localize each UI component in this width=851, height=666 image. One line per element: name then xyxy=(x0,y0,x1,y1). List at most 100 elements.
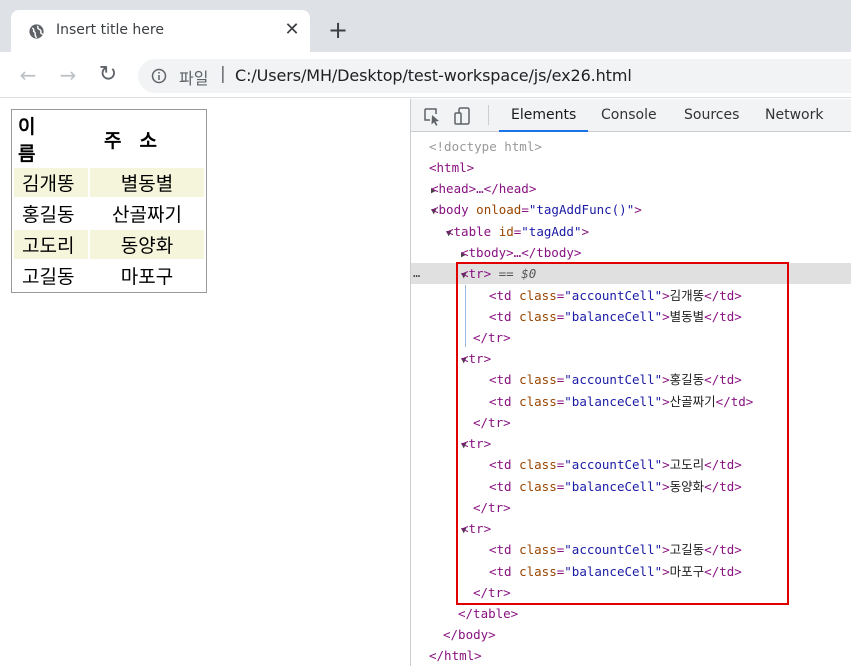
td-close-tag: </td> xyxy=(704,479,742,494)
dom-node-doctype[interactable]: <!doctype html> xyxy=(411,136,851,157)
dom-node-tr-close[interactable]: </tr> xyxy=(411,582,851,603)
more-actions-icon[interactable]: … xyxy=(413,263,420,284)
table-row: 홍길동 산골짜기 xyxy=(14,199,204,228)
tab-elements[interactable]: Elements xyxy=(499,99,589,132)
dom-node-html[interactable]: <html> xyxy=(411,157,851,178)
address-separator: | xyxy=(220,64,226,84)
tab-network[interactable]: Network xyxy=(765,99,823,132)
td-text: 동양화 xyxy=(669,479,705,494)
attr-value: "balanceCell" xyxy=(564,394,663,409)
attr-name: id xyxy=(498,224,514,239)
dom-node-head[interactable]: ▶<head>…</head> xyxy=(411,178,851,199)
dom-node-html-close[interactable]: </html> xyxy=(411,645,851,666)
expanded-triangle-icon[interactable]: ▼ xyxy=(411,351,466,369)
balance-cell: 동양화 xyxy=(90,230,204,259)
dom-node-td[interactable]: <td class="accountCell">김개똥</td> xyxy=(411,285,851,306)
td-close-tag: </td> xyxy=(704,457,742,472)
attr-value: "tagAddFunc()" xyxy=(528,202,635,217)
td-text: 홍길동 xyxy=(669,372,705,387)
td-close-tag: </td> xyxy=(715,394,754,409)
dom-node-td[interactable]: <td class="accountCell">홍길동</td> xyxy=(411,369,851,390)
dom-node-table[interactable]: ▼<table id="tagAdd"> xyxy=(411,221,851,242)
attr-value: "accountCell" xyxy=(564,542,663,557)
tr-close-tag: </tr> xyxy=(473,330,511,345)
td-close-tag: </td> xyxy=(704,564,742,579)
td-open-tag: <td xyxy=(489,309,512,324)
td-open-tag: <td xyxy=(489,457,512,472)
forward-button[interactable]: → xyxy=(57,64,79,86)
attr-value: "balanceCell" xyxy=(564,479,663,494)
dom-node-tr-close[interactable]: </tr> xyxy=(411,497,851,518)
body-open-tag: <body xyxy=(431,202,469,217)
dom-node-td[interactable]: <td class="accountCell">고도리</td> xyxy=(411,454,851,475)
new-tab-button[interactable]: + xyxy=(326,18,350,43)
attr-name: class xyxy=(519,457,557,472)
td-open-tag: <td xyxy=(489,479,512,494)
close-tab-icon[interactable]: ✕ xyxy=(283,21,301,39)
td-text: 별동별 xyxy=(669,309,705,324)
dom-node-tr[interactable]: ▼<tr> xyxy=(411,518,851,539)
table-row: 김개똥 별동별 xyxy=(14,168,204,197)
dom-node-body[interactable]: ▼<body onload="tagAddFunc()"> xyxy=(411,199,851,220)
tab-console[interactable]: Console xyxy=(601,99,657,132)
browser-tab[interactable]: Insert title here ✕ xyxy=(11,10,310,52)
tr-open-tag: <tr> xyxy=(461,266,492,281)
dom-node-td[interactable]: <td class="balanceCell">동양화</td> xyxy=(411,476,851,497)
html-close-tag: </html> xyxy=(429,648,482,663)
td-text: 마포구 xyxy=(669,564,705,579)
td-open-tag: <td xyxy=(489,288,512,303)
devtools-panel: Elements Console Sources Network <!docty… xyxy=(410,99,851,666)
back-button[interactable]: ← xyxy=(17,64,39,86)
dom-node-tr-selected[interactable]: … ▼<tr> == $0 xyxy=(411,263,851,284)
header-address: 주소 xyxy=(104,129,175,152)
td-close-tag: </td> xyxy=(704,309,742,324)
td-open-tag: <td xyxy=(489,542,512,557)
tbody-tag: <tbody>…</tbody> xyxy=(461,245,582,260)
collapsed-triangle-icon[interactable]: ▶ xyxy=(411,245,466,263)
dom-node-td[interactable]: <td class="balanceCell">별동별</td> xyxy=(411,306,851,327)
protocol-label: 파일 xyxy=(179,69,209,88)
dom-node-body-close[interactable]: </body> xyxy=(411,624,851,645)
expanded-triangle-icon[interactable]: ▼ xyxy=(411,521,466,539)
td-close-tag: </td> xyxy=(704,372,742,387)
td-open-tag: <td xyxy=(489,372,512,387)
dom-node-table-close[interactable]: </table> xyxy=(411,603,851,624)
tagadd-table: 이름 주소 김개똥 별동별 홍길동 산골짜기 고도리 동양화 고길동 마포구 xyxy=(11,109,207,293)
attr-name: class xyxy=(519,564,557,579)
devtools-toolbar: Elements Console Sources Network xyxy=(411,99,851,132)
attr-name: class xyxy=(519,479,557,494)
html-open-tag: <html> xyxy=(429,160,475,175)
header-name: 이름 xyxy=(18,116,54,165)
tab-sources[interactable]: Sources xyxy=(684,99,739,132)
expanded-triangle-icon[interactable]: ▼ xyxy=(411,224,451,242)
attr-value: "accountCell" xyxy=(564,288,663,303)
dom-node-tr[interactable]: ▼<tr> xyxy=(411,348,851,369)
tr-open-tag: <tr> xyxy=(461,436,492,451)
table-row: 고길동 마포구 xyxy=(14,261,204,290)
info-icon[interactable] xyxy=(151,68,167,84)
reload-button[interactable]: ↻ xyxy=(97,64,119,86)
dom-node-tr-close[interactable]: </tr> xyxy=(411,327,851,348)
dom-node-td[interactable]: <td class="balanceCell">마포구</td> xyxy=(411,561,851,582)
dom-node-tr[interactable]: ▼<tr> xyxy=(411,433,851,454)
balance-cell: 산골짜기 xyxy=(112,204,182,226)
dom-node-td[interactable]: <td class="balanceCell">산골짜기</td> xyxy=(411,391,851,412)
dom-node-tr-close[interactable]: </tr> xyxy=(411,412,851,433)
account-cell: 홍길동 xyxy=(22,204,75,226)
url-text[interactable]: C:/Users/MH/Desktop/test-workspace/js/ex… xyxy=(235,66,632,85)
expanded-triangle-icon[interactable]: ▼ xyxy=(411,202,436,220)
expanded-triangle-icon[interactable]: ▼ xyxy=(411,436,466,454)
attr-name: class xyxy=(519,394,557,409)
dom-node-td[interactable]: <td class="accountCell">고길동</td> xyxy=(411,539,851,560)
device-toolbar-icon[interactable] xyxy=(453,106,473,126)
collapsed-triangle-icon[interactable]: ▶ xyxy=(411,181,436,199)
head-tag: <head>…</head> xyxy=(431,181,537,196)
td-text: 고도리 xyxy=(669,457,705,472)
inspect-element-icon[interactable] xyxy=(422,106,442,126)
attr-value: "accountCell" xyxy=(564,457,663,472)
tr-open-tag: <tr> xyxy=(461,521,492,536)
dom-node-tbody[interactable]: ▶<tbody>…</tbody> xyxy=(411,242,851,263)
page-viewport: 이름 주소 김개똥 별동별 홍길동 산골짜기 고도리 동양화 고길동 마포구 xyxy=(0,99,410,666)
attr-name: class xyxy=(519,372,557,387)
address-bar[interactable]: 파일 | C:/Users/MH/Desktop/test-workspace/… xyxy=(138,59,851,93)
